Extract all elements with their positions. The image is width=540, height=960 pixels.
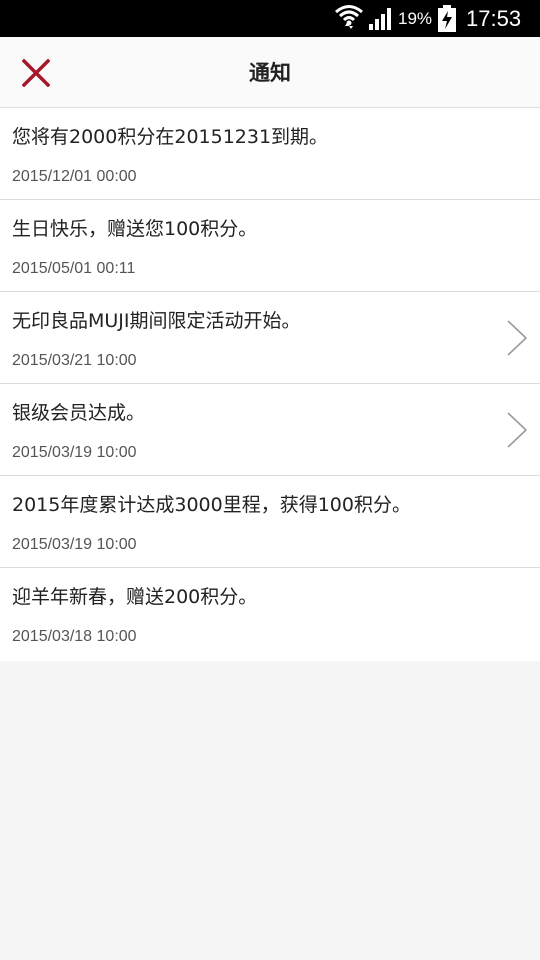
notification-item[interactable]: 迎羊年新春，赠送200积分。 2015/03/18 10:00 (0, 568, 540, 661)
notification-list: 您将有2000积分在20151231到期。 2015/12/01 00:00 生… (0, 108, 540, 661)
notification-item[interactable]: 2015年度累计达成3000里程，获得100积分。 2015/03/19 10:… (0, 476, 540, 568)
notification-time: 2015/03/18 10:00 (12, 628, 137, 645)
notification-message: 生日快乐，赠送您100积分。 (12, 218, 258, 240)
page-title: 通知 (249, 61, 291, 85)
chevron-right-icon (507, 412, 528, 448)
notification-time: 2015/03/19 10:00 (12, 536, 137, 553)
signal-strength-icon (369, 8, 391, 30)
battery-charging-icon (438, 5, 456, 32)
app-header: 通知 (0, 37, 540, 108)
notification-item[interactable]: 生日快乐，赠送您100积分。 2015/05/01 00:11 (0, 200, 540, 292)
notification-message: 2015年度累计达成3000里程，获得100积分。 (12, 494, 411, 516)
status-time: 17:53 (466, 6, 522, 31)
notification-item[interactable]: 您将有2000积分在20151231到期。 2015/12/01 00:00 (0, 108, 540, 200)
notification-time: 2015/05/01 00:11 (12, 260, 136, 277)
close-icon (22, 59, 50, 87)
notification-time: 2015/03/19 10:00 (12, 444, 137, 461)
battery-percent: 19% (398, 9, 433, 28)
wifi-icon (335, 5, 363, 29)
notification-item[interactable]: 无印良品MUJI期间限定活动开始。 2015/03/21 10:00 (0, 292, 540, 384)
status-bar: 19% 17:53 (0, 0, 540, 37)
notification-message: 您将有2000积分在20151231到期。 (12, 126, 329, 148)
notification-time: 2015/12/01 00:00 (12, 168, 137, 185)
notification-time: 2015/03/21 10:00 (12, 352, 137, 369)
close-button[interactable] (14, 51, 58, 95)
chevron-right-icon (507, 320, 528, 356)
notification-message: 迎羊年新春，赠送200积分。 (12, 586, 258, 608)
notification-message: 银级会员达成。 (12, 402, 146, 424)
notification-item[interactable]: 银级会员达成。 2015/03/19 10:00 (0, 384, 540, 476)
notification-message: 无印良品MUJI期间限定活动开始。 (12, 310, 301, 332)
